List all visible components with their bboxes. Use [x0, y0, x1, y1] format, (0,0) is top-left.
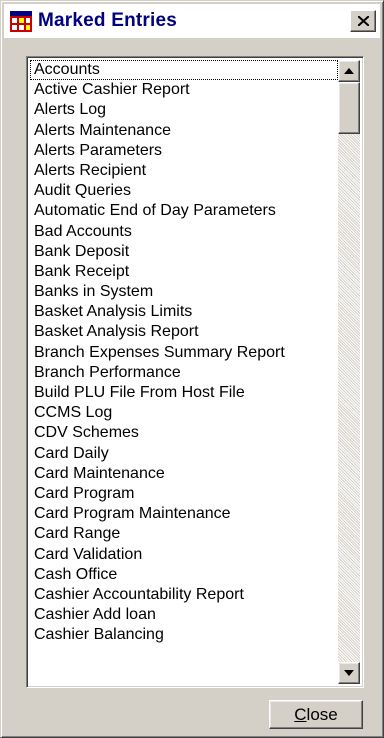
- list-item[interactable]: Cashier Accountability Report: [30, 585, 338, 605]
- list-item[interactable]: Build PLU File From Host File: [30, 383, 338, 403]
- list-item[interactable]: Bank Deposit: [30, 242, 338, 262]
- list-item[interactable]: Basket Analysis Report: [30, 322, 338, 342]
- list-item[interactable]: Basket Analysis Limits: [30, 302, 338, 322]
- list-item[interactable]: Card Range: [30, 524, 338, 544]
- scroll-down-button[interactable]: [338, 662, 360, 684]
- list-item[interactable]: Alerts Parameters: [30, 141, 338, 161]
- list-item[interactable]: Active Cashier Report: [30, 80, 338, 100]
- list-item[interactable]: Cash Office: [30, 565, 338, 585]
- marked-entries-dialog: Marked Entries Accounts Active Cashier Re…: [0, 0, 384, 738]
- list-item[interactable]: Automatic End of Day Parameters: [30, 201, 338, 221]
- list-item[interactable]: Bad Accounts: [30, 222, 338, 242]
- list-item[interactable]: Card Program Maintenance: [30, 504, 338, 524]
- list-item[interactable]: Accounts: [30, 60, 338, 81]
- list-item[interactable]: Card Validation: [30, 545, 338, 565]
- list-item[interactable]: Card Daily: [30, 444, 338, 464]
- scroll-up-button[interactable]: [338, 60, 360, 82]
- list-item[interactable]: Cashier Balancing: [30, 625, 338, 645]
- list-item[interactable]: Alerts Log: [30, 100, 338, 120]
- app-grid-icon: [10, 11, 32, 32]
- close-button-label: lose: [306, 705, 338, 724]
- vertical-scrollbar[interactable]: [338, 60, 360, 684]
- list-item[interactable]: Branch Performance: [30, 363, 338, 383]
- scroll-thumb[interactable]: [338, 82, 360, 134]
- list-items-container: Accounts Active Cashier Report Alerts Log A…: [30, 60, 338, 684]
- close-button-accelerator: C: [294, 705, 307, 724]
- marked-entries-list[interactable]: Accounts Active Cashier Report Alerts Log A…: [26, 56, 364, 688]
- list-item[interactable]: Bank Receipt: [30, 262, 338, 282]
- list-item[interactable]: Card Maintenance: [30, 464, 338, 484]
- list-item[interactable]: Cashier Add loan: [30, 605, 338, 625]
- window-close-button[interactable]: [350, 10, 376, 32]
- scroll-up-arrow-icon: [344, 68, 354, 74]
- list-item[interactable]: Alerts Recipient: [30, 161, 338, 181]
- list-item[interactable]: Banks in System: [30, 282, 338, 302]
- list-item[interactable]: Branch Expenses Summary Report: [30, 343, 338, 363]
- window-title: Marked Entries: [38, 10, 178, 31]
- title-bar[interactable]: Marked Entries: [4, 4, 380, 38]
- scroll-down-arrow-icon: [344, 670, 354, 676]
- list-item[interactable]: Card Program: [30, 484, 338, 504]
- list-item[interactable]: CCMS Log: [30, 403, 338, 423]
- list-item[interactable]: Alerts Maintenance: [30, 121, 338, 141]
- list-item[interactable]: CDV Schemes: [30, 423, 338, 443]
- close-x-icon: [358, 16, 369, 26]
- list-item[interactable]: Audit Queries: [30, 181, 338, 201]
- close-button[interactable]: Close: [269, 700, 363, 729]
